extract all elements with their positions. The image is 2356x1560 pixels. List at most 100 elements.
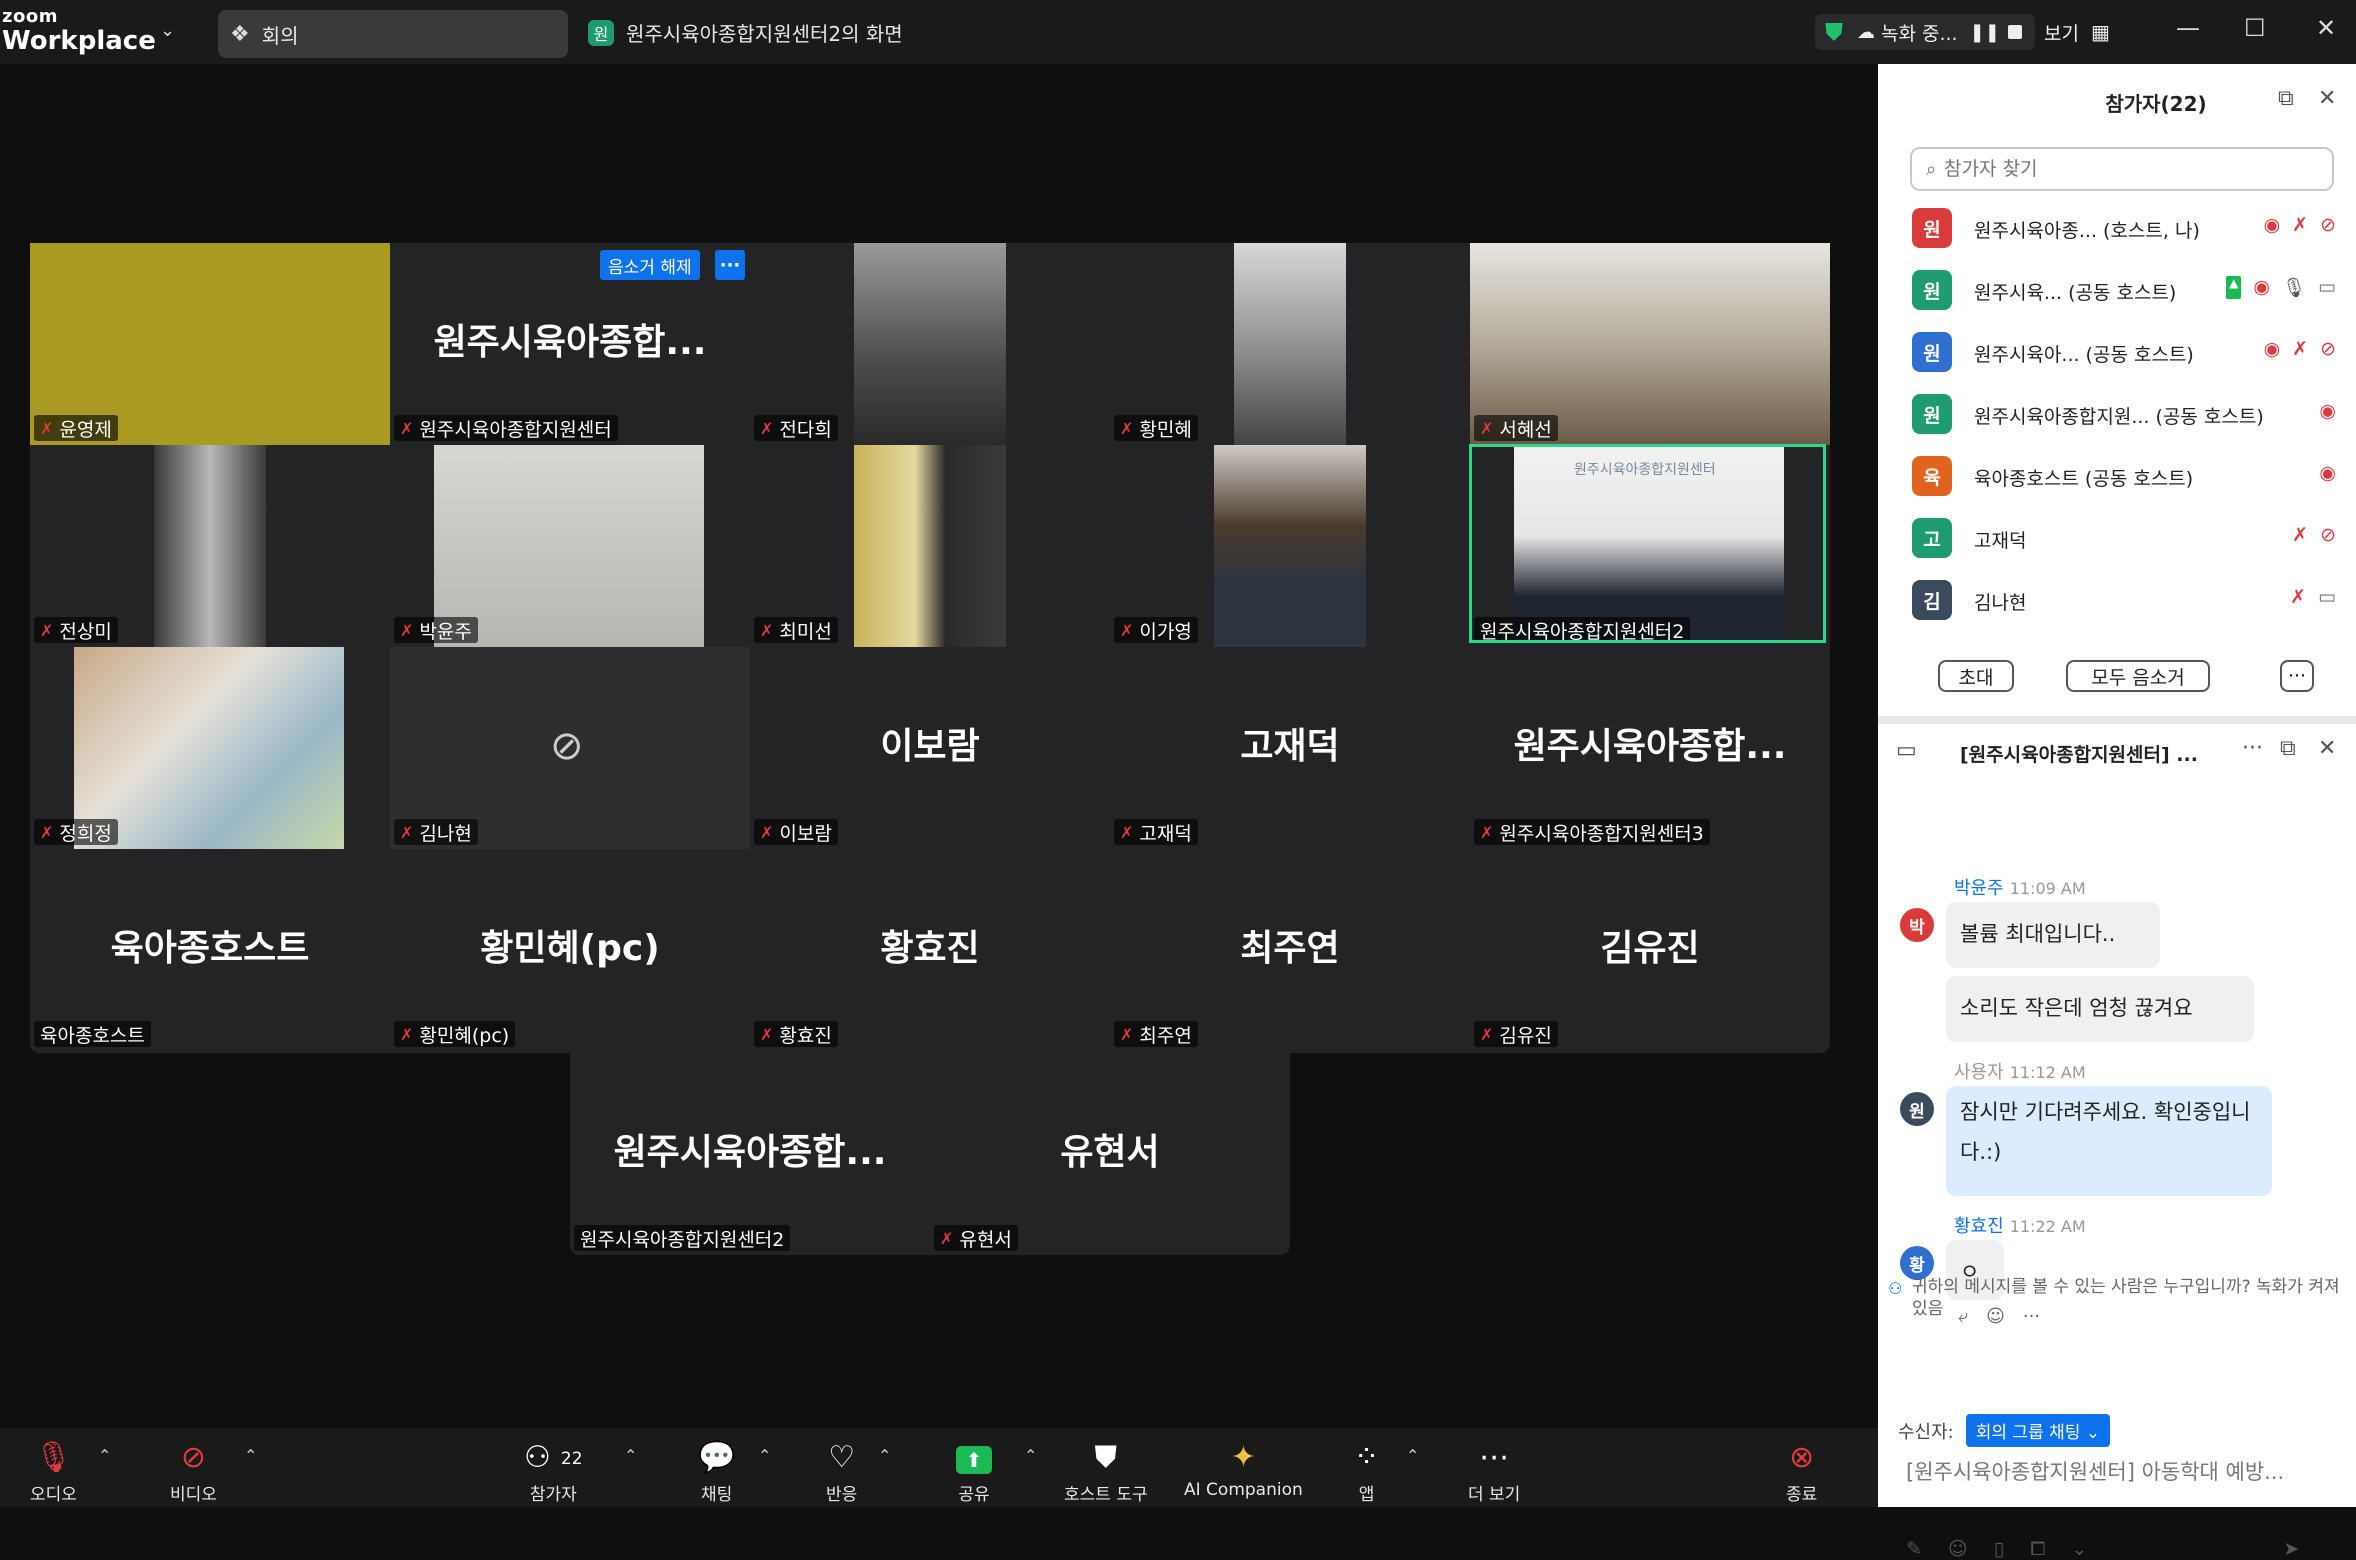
participant-row[interactable]: 육 육아종호스트 (공동 호스트) ◉: [1878, 446, 2356, 508]
video-button[interactable]: ⊘ 비디오: [170, 1438, 217, 1505]
ask-unmute-button[interactable]: 음소거 해제: [600, 250, 700, 280]
video-tile[interactable]: 유현서 ✗ 유현서: [930, 1053, 1290, 1255]
participant-row[interactable]: 김 김나현 ✗ ▭: [1878, 570, 2356, 632]
participant-name: 이보람: [779, 822, 832, 845]
video-tile[interactable]: 원주시육아종합지원센터 원주시육아종합지원센터2: [1470, 445, 1830, 647]
camera-icon[interactable]: ▭: [2318, 586, 2336, 608]
video-tile[interactable]: 고재덕 ✗ 고재덕: [1110, 647, 1470, 849]
mute-all-button[interactable]: 모두 음소거: [2066, 660, 2210, 692]
host-tools-button[interactable]: ⛊ 호스트 도구: [1064, 1438, 1148, 1505]
mic-muted-icon: ✗: [760, 822, 774, 842]
chevron-up-icon[interactable]: ⌃: [98, 1446, 111, 1465]
popout-icon[interactable]: ⧉: [2278, 86, 2294, 111]
recording-indicator[interactable]: ⛊ ☁ 녹화 중... ❚❚: [1815, 14, 2035, 50]
participants-more-button[interactable]: ···: [2280, 660, 2314, 692]
video-tile[interactable]: 김유진 ✗ 김유진: [1470, 849, 1830, 1051]
mic-muted-icon[interactable]: ✗: [2292, 524, 2308, 546]
chevron-up-icon[interactable]: ⌃: [758, 1446, 771, 1465]
video-off-icon[interactable]: ⊘: [2320, 214, 2336, 236]
video-tile[interactable]: ✗ 최미선: [750, 445, 1110, 647]
video-tile[interactable]: 이보람 ✗ 이보람: [750, 647, 1110, 849]
participants-button[interactable]: ⚇ 22 참가자: [524, 1438, 583, 1505]
send-icon[interactable]: ➤: [2283, 1538, 2299, 1560]
invite-button[interactable]: 초대: [1938, 660, 2014, 692]
share-button[interactable]: ⬆ 공유: [956, 1438, 992, 1505]
close-icon[interactable]: ✕: [2316, 14, 2336, 42]
meeting-tab[interactable]: ❖ 회의: [218, 10, 568, 58]
mic-muted-icon: ✗: [760, 620, 774, 640]
video-tile[interactable]: ✗ 박윤주: [390, 445, 750, 647]
recipient-dropdown[interactable]: 회의 그룹 채팅 ⌄: [1965, 1414, 2111, 1447]
file-icon[interactable]: ▯: [1994, 1538, 2004, 1560]
chevron-up-icon[interactable]: ⌃: [244, 1446, 257, 1465]
video-off-icon[interactable]: ⊘: [2320, 524, 2336, 546]
minimize-icon[interactable]: —: [2176, 14, 2200, 42]
chat-visibility-notice[interactable]: ⚇ 귀하의 메시지를 볼 수 있는 사람은 누구입니까? 녹화가 켜져 있음: [1888, 1276, 2342, 1320]
message-bubble[interactable]: 잠시만 기다려주세요. 확인중입니다.:): [1946, 1086, 2272, 1196]
message-bubble[interactable]: 소리도 작은데 엄청 끊겨요: [1946, 976, 2254, 1042]
popout-icon[interactable]: ⧉: [2280, 736, 2296, 761]
emoji-icon[interactable]: ☺: [1948, 1538, 1968, 1560]
video-off-icon[interactable]: ⊘: [2320, 338, 2336, 360]
more-button[interactable]: ⋯ 더 보기: [1468, 1438, 1520, 1505]
video-tile[interactable]: ⊘ ✗ 김나현: [390, 647, 750, 849]
participant-row[interactable]: 원 원주시육아... (공동 호스트) ◉ ✗ ⊘: [1878, 322, 2356, 384]
close-icon[interactable]: ✕: [2318, 736, 2336, 761]
video-tile[interactable]: 원주시육아종합... 원주시육아종합지원센터2: [570, 1053, 930, 1255]
chat-compose-input[interactable]: [원주시육아종합지원센터] 아동학대 예방...: [1906, 1456, 2346, 1486]
message-meta: 박윤주 11:09 AM: [1954, 874, 2086, 900]
participant-row[interactable]: 원 원주시육아종... (호스트, 나) ◉ ✗ ⊘: [1878, 198, 2356, 260]
pause-icon[interactable]: ❚❚: [1970, 22, 2000, 43]
chat-button[interactable]: 💬 채팅: [698, 1438, 735, 1505]
message-bubble[interactable]: 볼륨 최대입니다..: [1946, 902, 2160, 968]
screenshot-icon[interactable]: ⧠: [2030, 1538, 2045, 1560]
share-title: 원 원주시육아종합지원센터2의 화면: [588, 18, 903, 47]
chat-title[interactable]: [원주시육아종합지원센터] ...: [1960, 740, 2198, 767]
video-tile[interactable]: 황민혜(pc) ✗ 황민혜(pc): [390, 849, 750, 1051]
end-button[interactable]: ⊗ 종료: [1786, 1438, 1817, 1505]
video-tile[interactable]: ✗ 이가영: [1110, 445, 1470, 647]
chevron-up-icon[interactable]: ⌃: [1406, 1446, 1419, 1465]
participant-row[interactable]: 원 원주시육아종합지원... (공동 호스트) ◉: [1878, 384, 2356, 446]
video-tile[interactable]: ✗ 윤영제: [30, 243, 390, 445]
video-tile[interactable]: 육아종호스트 육아종호스트: [30, 849, 390, 1051]
participant-row[interactable]: 고 고재덕 ✗ ⊘: [1878, 508, 2356, 570]
view-button[interactable]: 보기 ▦: [2044, 14, 2110, 50]
audio-button[interactable]: 🎙 오디오: [30, 1438, 77, 1505]
maximize-icon[interactable]: ☐: [2244, 14, 2266, 42]
video-tile[interactable]: ✗ 서혜선: [1470, 243, 1830, 445]
chevron-down-icon[interactable]: ⌄: [2071, 1538, 2087, 1560]
stop-icon[interactable]: [2007, 25, 2022, 39]
mic-icon[interactable]: 🎙: [2282, 276, 2306, 299]
video-tile[interactable]: 황효진 ✗ 황효진: [750, 849, 1110, 1051]
participant-search-input[interactable]: [1942, 157, 2307, 181]
format-icon[interactable]: ✎: [1906, 1538, 1922, 1560]
more-icon[interactable]: ···: [2242, 736, 2263, 761]
recording-icon: ◉: [2319, 462, 2336, 484]
recipient-label: 수신자:: [1898, 1421, 1954, 1443]
chevron-down-icon[interactable]: ⌄: [160, 20, 175, 41]
video-tile[interactable]: ✗ 황민혜: [1110, 243, 1470, 445]
participant-row[interactable]: 원 원주시육... (공동 호스트) ▲ ◉ 🎙 ▭: [1878, 260, 2356, 322]
camera-icon[interactable]: ▭: [2318, 276, 2336, 299]
message-time: 11:09 AM: [2009, 879, 2086, 898]
chat-icon: 💬: [698, 1440, 736, 1475]
video-tile[interactable]: 최주연 ✗ 최주연: [1110, 849, 1470, 1051]
tile-more-button[interactable]: ···: [715, 250, 745, 280]
video-tile[interactable]: 원주시육아종합... ✗ 원주시육아종합지원센터3: [1470, 647, 1830, 849]
mic-muted-icon[interactable]: ✗: [2290, 586, 2306, 608]
video-tile[interactable]: ✗ 정희정: [30, 647, 390, 849]
reactions-button[interactable]: ♡ 반응: [826, 1438, 857, 1505]
video-tile[interactable]: ✗ 전다희: [750, 243, 1110, 445]
chevron-up-icon[interactable]: ⌃: [624, 1446, 637, 1465]
chevron-up-icon[interactable]: ⌃: [1024, 1446, 1037, 1465]
sender-name: 박윤주: [1954, 878, 2004, 899]
mic-muted-icon[interactable]: ✗: [2292, 214, 2308, 236]
apps-button[interactable]: ⁘ 앱: [1354, 1438, 1379, 1505]
ai-companion-button[interactable]: ✦ AI Companion: [1184, 1438, 1303, 1500]
close-icon[interactable]: ✕: [2318, 86, 2336, 111]
chevron-up-icon[interactable]: ⌃: [878, 1446, 891, 1465]
video-tile[interactable]: ✗ 전상미: [30, 445, 390, 647]
mic-muted-icon[interactable]: ✗: [2292, 338, 2308, 360]
video-tile[interactable]: 원주시육아종합... 음소거 해제 ··· ✗ 원주시육아종합지원센터: [390, 243, 750, 445]
